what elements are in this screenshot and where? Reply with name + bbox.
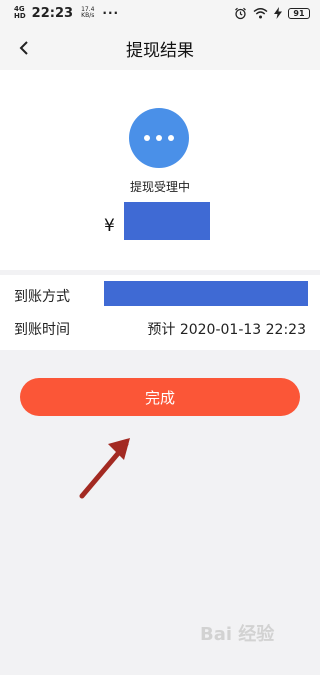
- more-dots-icon: [129, 108, 189, 168]
- dot: [156, 135, 162, 141]
- speed-unit: KB/s: [81, 12, 95, 19]
- dot: [168, 135, 174, 141]
- withdraw-status-text: 提现受理中: [129, 180, 190, 194]
- dot: [144, 135, 150, 141]
- arrival-time-label: 到账时间: [14, 322, 70, 338]
- wifi-icon: [253, 8, 268, 19]
- status-bar: 4G HD 22:23 17.4 KB/s ··· 91: [0, 0, 320, 26]
- network-speed: 17.4 KB/s: [81, 7, 94, 19]
- arrival-time-value: 预计 2020-01-13 22:23: [147, 322, 306, 338]
- chevron-left-icon: [19, 41, 28, 55]
- detail-card: 到账方式 到账时间 预计 2020-01-13 22:23: [0, 275, 320, 350]
- arrival-time-row: 到账时间 预计 2020-01-13 22:23: [0, 314, 320, 344]
- navigation-bar: 提现结果: [0, 26, 320, 70]
- charging-icon: [274, 7, 282, 19]
- amount-redacted: [124, 202, 210, 240]
- alarm-icon: [235, 7, 246, 19]
- done-button[interactable]: 完成: [20, 378, 300, 416]
- annotation-arrow-icon: [79, 438, 130, 499]
- status-more-icon: ···: [102, 6, 120, 20]
- currency-symbol: ¥: [104, 216, 115, 236]
- watermark: Bai 经验: [200, 624, 275, 645]
- method-value-redacted: [104, 281, 308, 306]
- signal-icon: 4G HD: [14, 6, 26, 20]
- back-button[interactable]: [12, 36, 36, 60]
- page-title: 提现结果: [126, 40, 194, 61]
- method-label: 到账方式: [14, 289, 70, 305]
- network-sub: HD: [14, 12, 26, 20]
- status-time: 22:23: [31, 5, 74, 21]
- battery-icon: 91: [288, 7, 310, 19]
- result-card: 提现受理中 ¥: [0, 70, 320, 270]
